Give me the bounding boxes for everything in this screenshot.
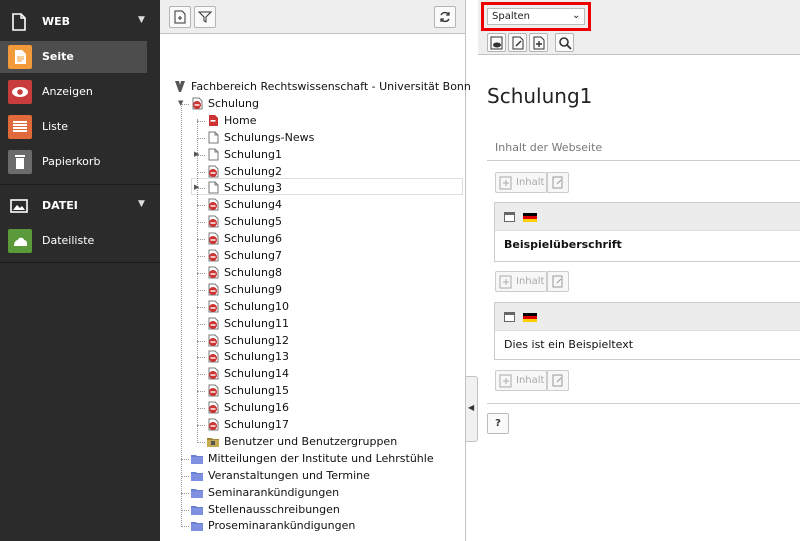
search-icon (559, 37, 572, 50)
image-icon (10, 199, 28, 213)
page-hidden-icon (208, 198, 219, 211)
trash-icon (8, 150, 32, 174)
page-hidden-icon (209, 114, 218, 126)
filter-icon (198, 11, 212, 23)
content-element[interactable]: Beispielüberschrift (494, 202, 800, 262)
page-hidden-icon (208, 266, 219, 279)
page-tree-panel: Fachbereich Rechtswissenschaft - Univers… (160, 0, 471, 541)
collapse-tree-toggle[interactable]: ◀ (466, 376, 478, 442)
chevron-down-icon[interactable]: ▼ (138, 199, 145, 209)
module-menu: WEB ▼ Seite Anzeigen Liste Papierkorb DA… (0, 0, 160, 541)
new-content-button[interactable]: Inhalt (495, 370, 547, 391)
expand-node-icon[interactable]: ▶ (194, 183, 199, 191)
content-element-header (495, 203, 800, 231)
paste-button[interactable] (547, 370, 569, 391)
page-title: Schulung1 (487, 84, 593, 108)
content-type-icon (504, 312, 515, 322)
folder-icon (191, 471, 203, 481)
collapse-node-icon[interactable]: ▼ (178, 99, 183, 107)
page-tree: Fachbereich Rechtswissenschaft - Univers… (160, 34, 471, 541)
refresh-button[interactable] (434, 6, 456, 28)
module-seite[interactable]: Seite (0, 41, 147, 73)
page-hidden-icon (208, 300, 219, 313)
menu-divider (0, 184, 160, 185)
content-area: Spalten ⌄ Schulung1 Inhalt der Webseite … (478, 0, 800, 541)
page-hidden-icon (208, 317, 219, 330)
page-hidden-icon (192, 97, 203, 110)
content-element[interactable]: Dies ist ein Beispieltext (494, 302, 800, 360)
refresh-icon (440, 11, 450, 23)
menu-divider (0, 262, 160, 263)
module-papierkorb[interactable]: Papierkorb (0, 146, 160, 178)
help-button[interactable]: ? (487, 413, 509, 434)
page-hidden-icon (208, 249, 219, 262)
divider (487, 403, 800, 404)
view-icon (490, 36, 503, 50)
folder-icon (191, 488, 203, 498)
folder-icon (191, 522, 203, 532)
new-page-button[interactable] (169, 6, 191, 28)
paste-icon (552, 275, 563, 288)
page-hidden-icon (208, 283, 219, 296)
tree-toolbar (160, 0, 465, 34)
add-page-icon (533, 36, 545, 50)
page-module-icon (8, 45, 32, 69)
doc-header: Spalten ⌄ (478, 0, 800, 55)
add-content-icon (499, 374, 512, 388)
page-hidden-icon (208, 401, 219, 414)
page-hidden-icon (208, 334, 219, 346)
document-icon (12, 13, 26, 31)
german-flag-icon (523, 213, 537, 222)
page-hidden-icon (208, 215, 219, 228)
page-hidden-icon (208, 418, 219, 431)
column-header: Inhalt der Webseite (487, 133, 800, 161)
sysfolder-icon (207, 437, 219, 447)
view-mode-select[interactable]: Spalten ⌄ (487, 8, 585, 25)
paste-button[interactable] (547, 271, 569, 292)
chevron-down-icon[interactable]: ▼ (138, 15, 145, 25)
page-hidden-icon (208, 367, 219, 380)
page-hidden-icon (208, 384, 219, 397)
filelist-icon (8, 229, 32, 253)
filter-button[interactable] (194, 6, 216, 28)
content-element-text: Beispielüberschrift (504, 238, 622, 251)
new-record-button[interactable] (529, 33, 548, 52)
german-flag-icon (523, 313, 537, 322)
module-liste[interactable]: Liste (0, 111, 160, 143)
group-datei[interactable]: DATEI ▼ (0, 188, 160, 224)
add-content-icon (499, 176, 512, 190)
content-element-text: Dies ist ein Beispieltext (504, 338, 634, 351)
view-select-highlight: Spalten ⌄ (481, 2, 591, 31)
chevron-down-icon: ⌄ (572, 10, 581, 21)
paste-icon (552, 374, 563, 387)
page-icon (208, 181, 219, 194)
eye-icon (8, 80, 32, 104)
edit-icon (512, 36, 524, 50)
new-content-button[interactable]: Inhalt (495, 271, 547, 292)
module-dateiliste[interactable]: Dateiliste (0, 225, 160, 257)
module-anzeigen[interactable]: Anzeigen (0, 76, 160, 108)
content-type-icon (504, 212, 515, 222)
page-hidden-icon (208, 350, 219, 363)
add-content-icon (499, 275, 512, 289)
edit-page-button[interactable] (508, 33, 527, 52)
folder-icon (191, 505, 203, 515)
chevron-left-icon: ◀ (468, 403, 475, 412)
page-icon (208, 148, 219, 161)
search-button[interactable] (555, 33, 574, 52)
list-icon (8, 115, 32, 139)
new-content-button[interactable]: Inhalt (495, 172, 547, 193)
page-icon (208, 131, 219, 144)
paste-icon (552, 176, 563, 189)
page-hidden-icon (208, 165, 219, 177)
expand-node-icon[interactable]: ▶ (194, 150, 199, 158)
content-element-header (495, 303, 800, 331)
add-page-icon (174, 10, 186, 24)
paste-button[interactable] (547, 172, 569, 193)
view-page-button[interactable] (487, 33, 506, 52)
site-root-icon (175, 81, 185, 92)
group-web[interactable]: WEB ▼ (0, 4, 160, 40)
page-hidden-icon (208, 232, 219, 245)
folder-icon (191, 454, 203, 464)
